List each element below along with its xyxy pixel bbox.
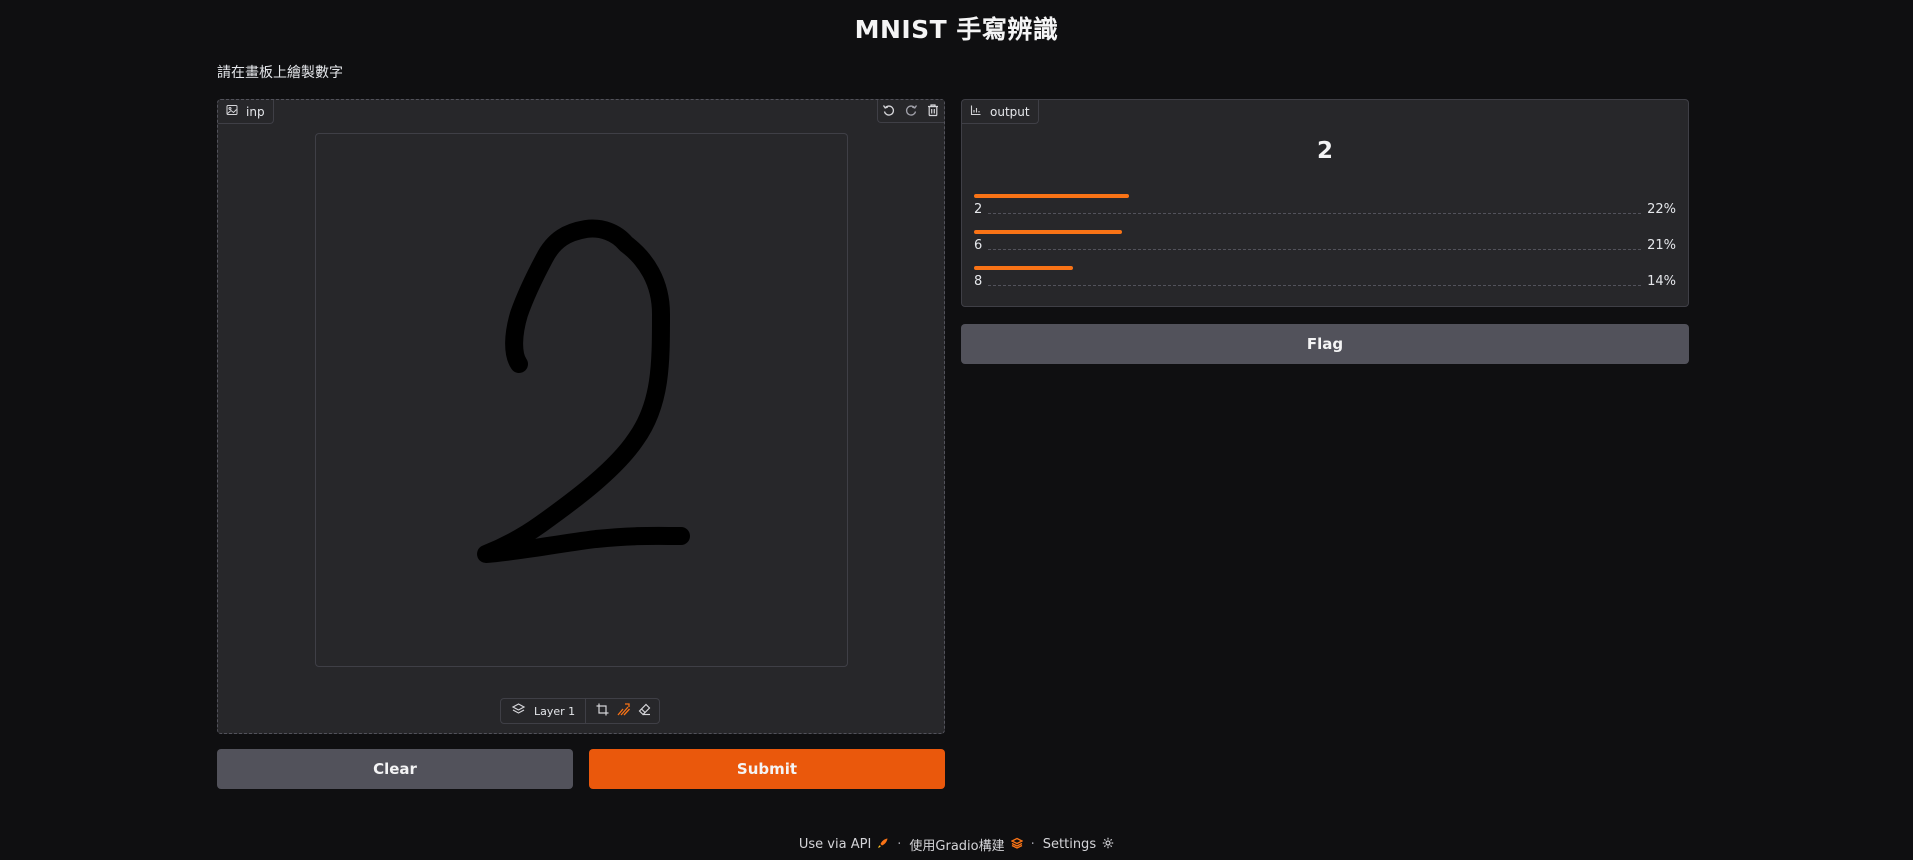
- layers-icon: [511, 702, 526, 720]
- confidence-percent: 22%: [1647, 202, 1676, 217]
- confidence-dots: [988, 284, 1642, 286]
- confidence-dots: [988, 212, 1642, 214]
- rocket-icon: [877, 837, 889, 853]
- redo-button[interactable]: [900, 100, 922, 122]
- sketchpad-panel: inp Layer 1: [217, 99, 945, 734]
- layer-label: Layer 1: [534, 704, 576, 718]
- page-description: 請在畫板上繪製數字: [217, 65, 343, 81]
- confidence-class: 8: [974, 274, 983, 289]
- submit-button[interactable]: Submit: [589, 749, 945, 789]
- input-label: inp: [246, 104, 265, 119]
- eraser-icon: [637, 702, 652, 721]
- bar-chart-icon: [970, 104, 982, 119]
- settings-link[interactable]: Settings: [1043, 837, 1114, 853]
- footer: Use via API · 使用Gradio構建 · Settings: [0, 835, 1913, 854]
- image-icon: [226, 104, 238, 119]
- crop-tool[interactable]: [592, 702, 613, 721]
- gear-icon: [1102, 837, 1114, 853]
- confidence-percent: 14%: [1647, 274, 1676, 289]
- confidence-bar: [974, 266, 1073, 270]
- output-label: output: [990, 104, 1030, 119]
- confidence-dots: [988, 248, 1642, 250]
- confidence-item: 6 21%: [974, 230, 1676, 253]
- brush-tool[interactable]: [613, 702, 634, 721]
- built-with-gradio-link[interactable]: 使用Gradio構建: [909, 835, 1024, 854]
- clear-button[interactable]: Clear: [217, 749, 573, 789]
- undo-icon: [882, 102, 896, 121]
- trash-icon: [926, 102, 940, 121]
- confidence-item: 2 22%: [974, 194, 1676, 217]
- confidence-class: 6: [974, 238, 983, 253]
- layer-toolbar: Layer 1: [500, 698, 660, 724]
- brush-icon: [616, 702, 631, 721]
- layer-selector[interactable]: Layer 1: [501, 699, 587, 723]
- footer-separator: ·: [897, 837, 902, 852]
- gradio-logo-icon: [1010, 837, 1024, 853]
- output-label-tag: output: [962, 100, 1039, 124]
- drawing-canvas[interactable]: [315, 133, 848, 667]
- eraser-tool[interactable]: [634, 702, 655, 721]
- built-with-label: 使用Gradio構建: [909, 839, 1005, 854]
- confidence-list: 2 22% 6 21% 8 14%: [974, 194, 1676, 289]
- confidence-bar: [974, 194, 1129, 198]
- page-title: MNIST 手寫辨識: [854, 15, 1059, 44]
- flag-button[interactable]: Flag: [961, 324, 1689, 364]
- footer-separator: ·: [1030, 837, 1035, 852]
- crop-icon: [595, 702, 610, 721]
- confidence-class: 2: [974, 202, 983, 217]
- api-link-label: Use via API: [798, 837, 872, 852]
- clear-canvas-button[interactable]: [922, 100, 944, 122]
- settings-label: Settings: [1042, 837, 1097, 852]
- redo-icon: [904, 102, 918, 121]
- predicted-label: 2: [1316, 138, 1333, 164]
- confidence-item: 8 14%: [974, 266, 1676, 289]
- drawn-digit-stroke: [477, 219, 690, 563]
- canvas-toolbar: [877, 100, 944, 123]
- confidence-bar: [974, 230, 1122, 234]
- use-via-api-link[interactable]: Use via API: [799, 837, 889, 853]
- undo-button[interactable]: [878, 100, 900, 122]
- confidence-percent: 21%: [1647, 238, 1676, 253]
- input-label-tag: inp: [218, 100, 274, 124]
